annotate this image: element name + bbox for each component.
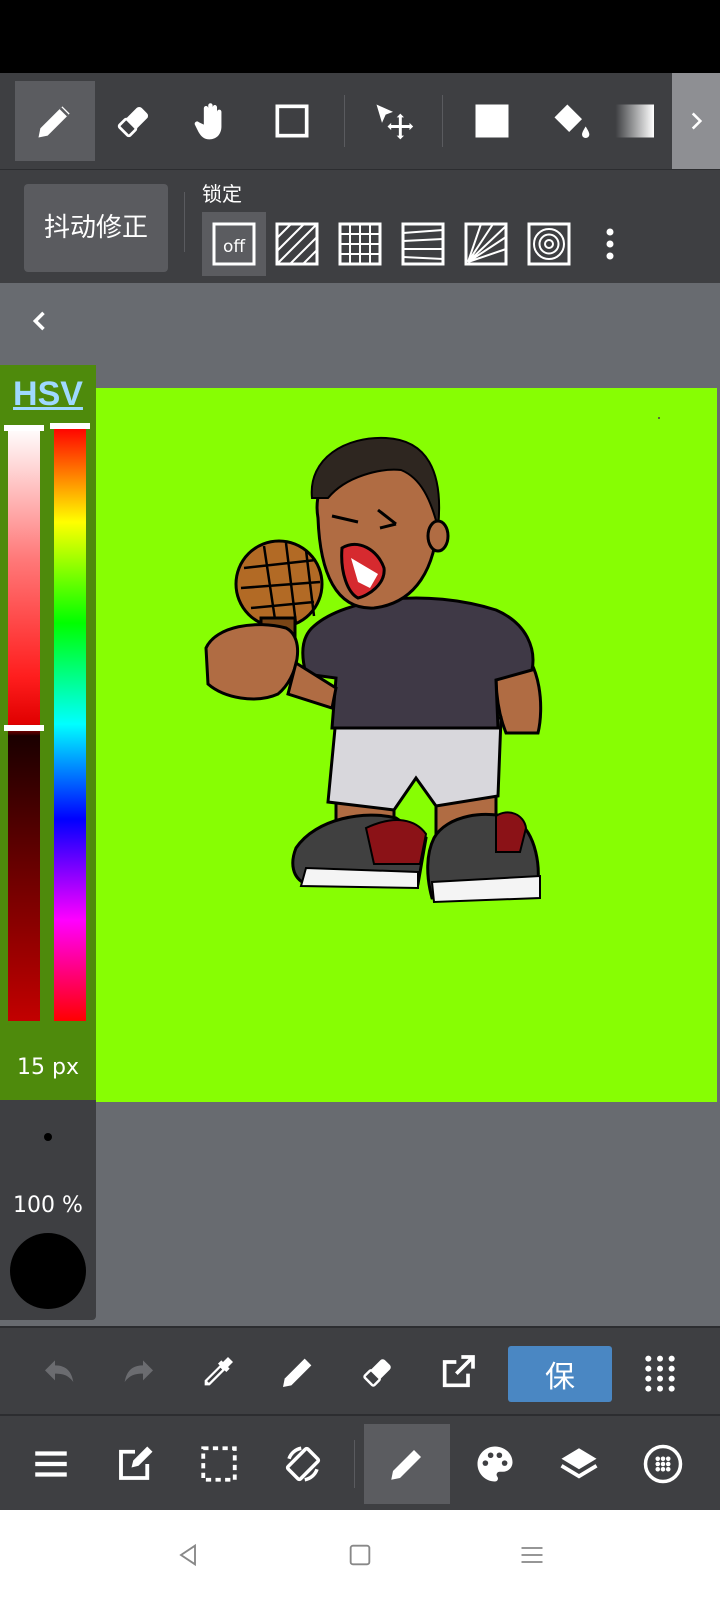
saturation-value-slider[interactable]	[8, 427, 40, 1021]
dots-grid-icon	[645, 1355, 675, 1392]
undo-button[interactable]	[20, 1328, 100, 1416]
brush-size-preview	[44, 1133, 52, 1141]
action-bar: 保	[0, 1326, 720, 1416]
lock-off-text: off	[223, 237, 246, 257]
external-link-icon	[442, 1355, 475, 1388]
redo-icon	[124, 1360, 153, 1382]
bucket-tool-button[interactable]	[531, 81, 611, 161]
pen-icon	[38, 106, 70, 138]
lock-radial-lines-button[interactable]	[454, 212, 518, 276]
collapse-panel-button[interactable]	[20, 301, 60, 341]
lock-concentric-button[interactable]	[517, 212, 581, 276]
filled-square-icon	[475, 104, 509, 138]
more-options-button[interactable]	[590, 212, 630, 276]
stabilizer-button[interactable]: 抖动修正	[24, 184, 168, 272]
status-bar	[0, 0, 720, 73]
chevron-right-icon	[691, 112, 703, 130]
rectangle-icon	[275, 104, 309, 138]
layers-icon	[560, 1448, 598, 1479]
color-panel: HSV 15 px 100 %	[0, 365, 96, 1320]
radial-lines-icon	[464, 222, 508, 266]
layers-button[interactable]	[536, 1424, 622, 1504]
toolbar-divider	[344, 95, 345, 147]
rect-selection-tool-button[interactable]	[252, 81, 332, 161]
chevron-left-icon	[32, 311, 45, 331]
opacity-label[interactable]: 100 %	[0, 1193, 96, 1218]
concentric-circles-icon	[527, 222, 571, 266]
saturation-slider-handle[interactable]	[4, 425, 44, 431]
grid-icon	[338, 222, 382, 266]
more-vertical-icon	[606, 228, 614, 260]
hand-tool-button[interactable]	[173, 81, 253, 161]
lock-off-icon: off	[212, 222, 256, 266]
lock-perspective-lines-button[interactable]	[391, 212, 455, 276]
main-toolbar	[0, 1414, 720, 1512]
hue-slider[interactable]	[54, 427, 86, 1021]
back-triangle-icon	[179, 1543, 196, 1567]
dashed-selection-icon	[201, 1446, 237, 1482]
rotate-canvas-icon	[285, 1446, 321, 1482]
materials-button[interactable]	[620, 1424, 706, 1504]
options-divider	[184, 192, 185, 252]
lock-grid-button[interactable]	[328, 212, 392, 276]
toolbar-divider	[442, 95, 443, 147]
tool-options-bar: 抖动修正 锁定 off	[0, 170, 720, 283]
paint-bucket-icon	[554, 104, 590, 139]
gradient-tool-button[interactable]	[610, 81, 670, 161]
redo-button[interactable]	[98, 1328, 178, 1416]
move-cursor-icon	[376, 104, 414, 140]
color-palette-button[interactable]	[452, 1424, 538, 1504]
lock-off-button[interactable]: off	[202, 212, 266, 276]
color-mode-toggle[interactable]: HSV	[0, 375, 96, 414]
eraser-shortcut-button[interactable]	[338, 1328, 418, 1416]
eraser-icon	[117, 106, 149, 138]
system-nav-bar	[0, 1510, 720, 1600]
move-tool-button[interactable]	[353, 81, 433, 161]
eyedropper-button[interactable]	[178, 1328, 258, 1416]
home-square-icon	[349, 1544, 371, 1566]
quick-menu-button[interactable]	[620, 1328, 700, 1416]
save-button[interactable]: 保	[508, 1346, 612, 1402]
edit-button[interactable]	[92, 1424, 178, 1504]
nav-back-button[interactable]	[158, 1530, 218, 1580]
share-button[interactable]	[418, 1328, 498, 1416]
pen-icon	[283, 1358, 312, 1387]
perspective-lines-icon	[401, 222, 445, 266]
artboard[interactable]	[96, 388, 717, 1102]
fill-rect-tool-button[interactable]	[452, 81, 532, 161]
undo-icon	[45, 1360, 74, 1382]
current-color-swatch[interactable]	[10, 1233, 86, 1309]
tool-toolbar	[0, 73, 720, 170]
brush-size-label[interactable]: 15 px	[0, 1055, 96, 1080]
hue-slider-handle[interactable]	[50, 423, 90, 429]
edit-square-icon	[119, 1446, 153, 1480]
materials-dots-icon	[643, 1444, 683, 1484]
hand-icon	[194, 103, 222, 140]
value-slider-handle[interactable]	[4, 725, 44, 731]
pen-icon	[391, 1450, 421, 1480]
pen-tool-button[interactable]	[15, 81, 95, 161]
gradient-icon	[615, 104, 654, 138]
lock-parallel-diagonal-button[interactable]	[265, 212, 329, 276]
recents-lines-icon	[521, 1547, 543, 1563]
hsv-picker: HSV 15 px	[0, 365, 96, 1100]
toolbar-scroll-right-button[interactable]	[672, 73, 720, 169]
lock-label: 锁定	[202, 182, 242, 206]
pen-shortcut-button[interactable]	[258, 1328, 338, 1416]
menu-button[interactable]	[8, 1424, 94, 1504]
eyedropper-icon	[204, 1357, 233, 1386]
hamburger-menu-icon	[35, 1451, 67, 1477]
transform-button[interactable]	[260, 1424, 346, 1504]
diagonal-lines-icon	[275, 222, 319, 266]
drawing-illustration	[204, 417, 660, 904]
nav-home-button[interactable]	[330, 1530, 390, 1580]
selection-button[interactable]	[176, 1424, 262, 1504]
toolbar-divider	[354, 1440, 355, 1488]
nav-recents-button[interactable]	[502, 1530, 562, 1580]
palette-icon	[477, 1446, 513, 1482]
eraser-icon	[363, 1359, 391, 1387]
brush-button[interactable]	[364, 1424, 450, 1504]
eraser-tool-button[interactable]	[94, 81, 174, 161]
